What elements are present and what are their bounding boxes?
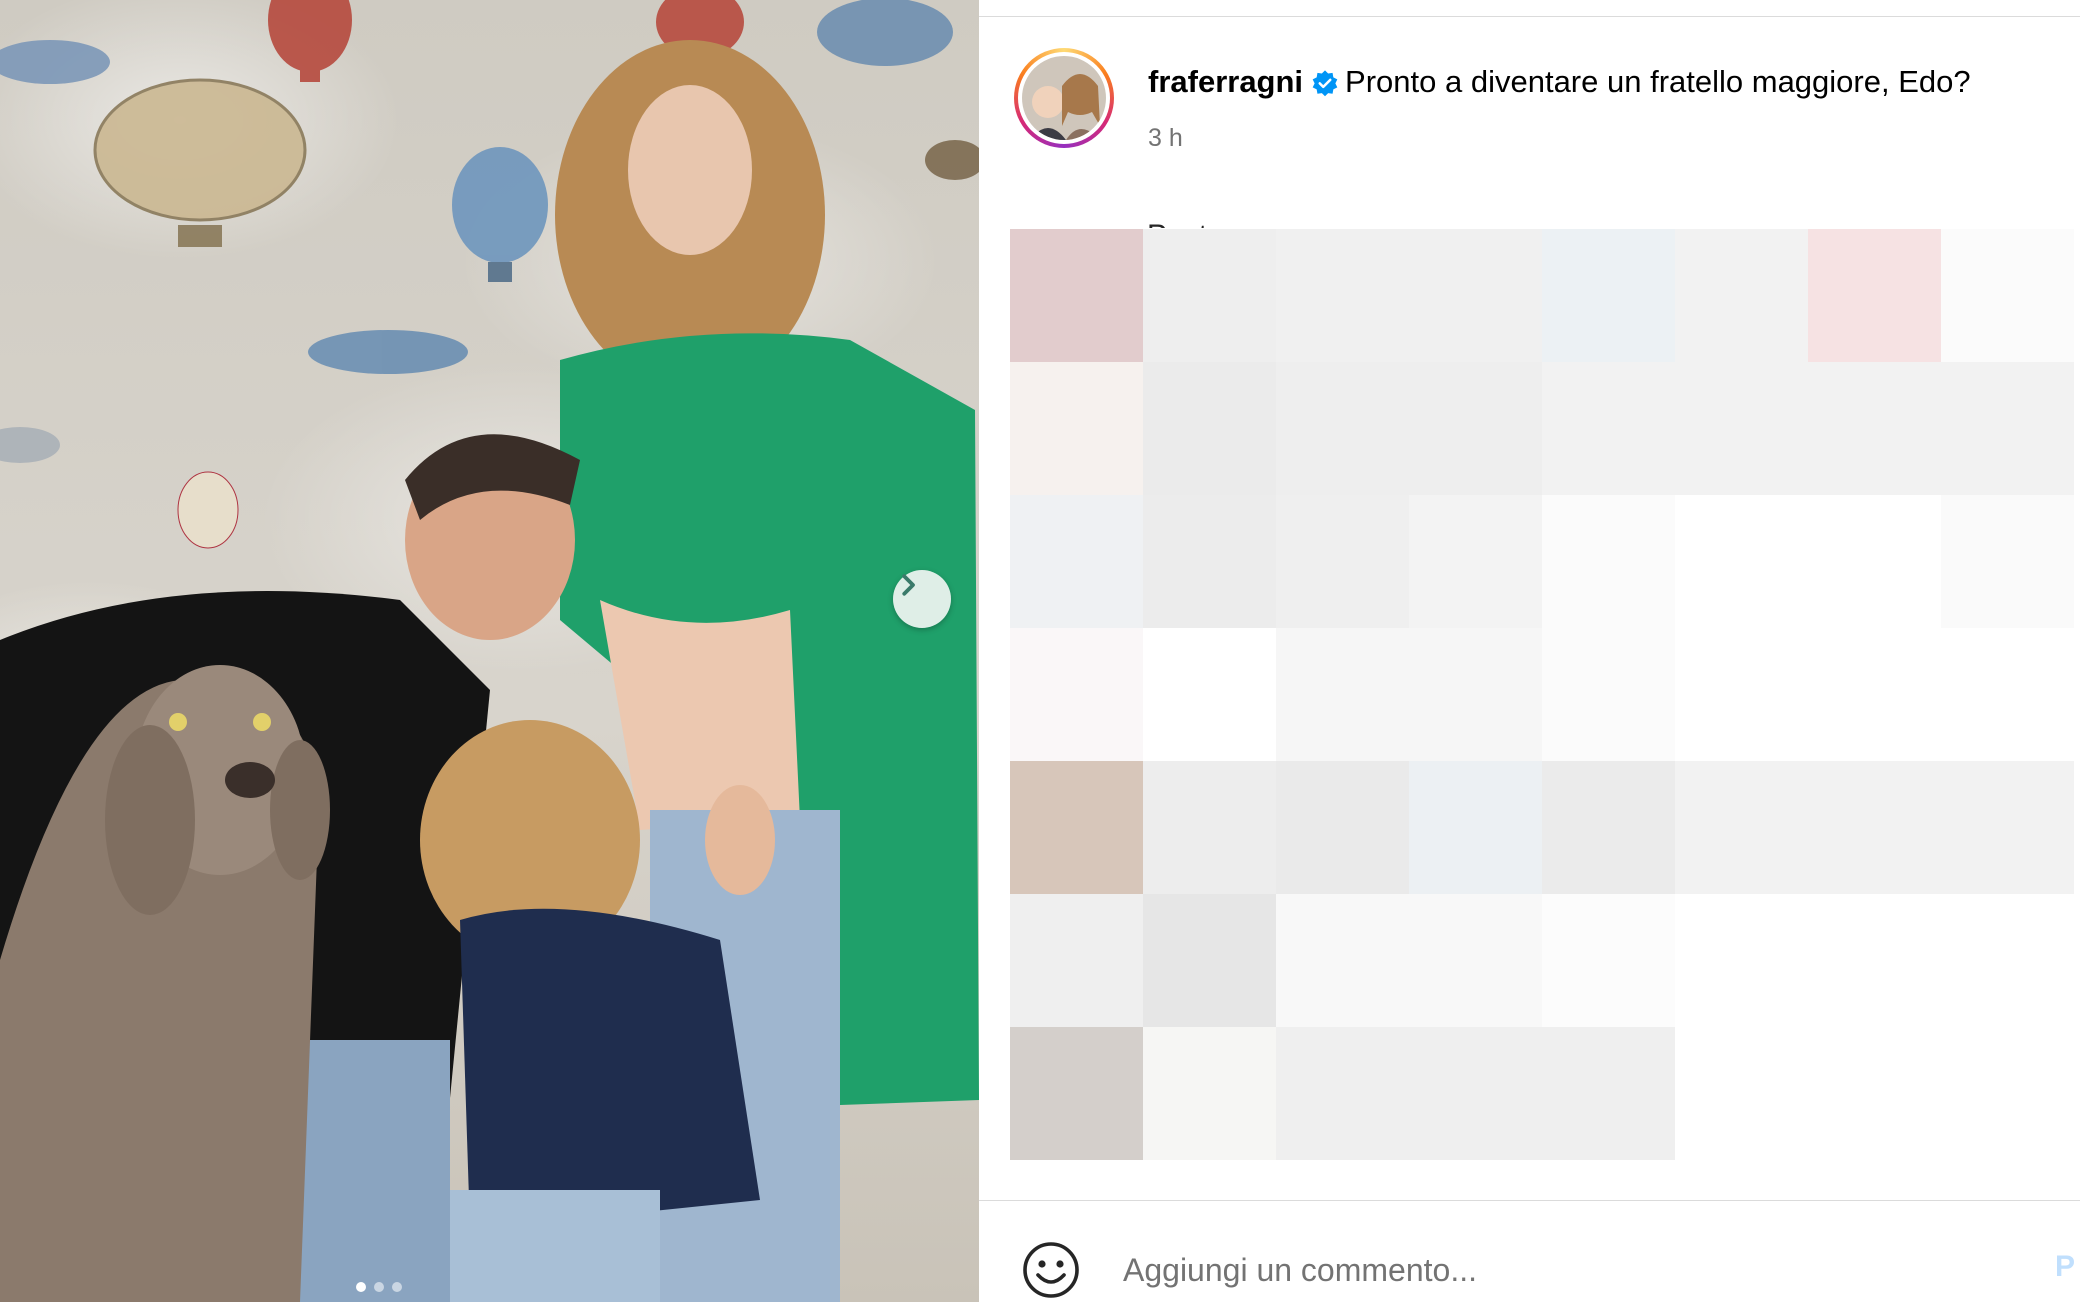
photo-illustration: [0, 0, 979, 1302]
mosaic-tile: [1941, 362, 2074, 495]
post-photo[interactable]: [0, 0, 979, 1302]
mosaic-tile: [1409, 628, 1542, 761]
mosaic-tile: [1675, 894, 1808, 1027]
mosaic-tile: [1276, 229, 1409, 362]
chevron-right-icon: [902, 574, 915, 596]
mosaic-tile: [1143, 1027, 1276, 1160]
mosaic-tile: [1808, 628, 1941, 761]
avatar-border: [1018, 52, 1110, 144]
top-divider: [979, 16, 2080, 17]
mosaic-tile: [1143, 229, 1276, 362]
mosaic-tile: [1675, 761, 1808, 894]
avatar-image: [1022, 56, 1106, 140]
mosaic-tile: [1542, 362, 1675, 495]
mosaic-tile: [1941, 229, 2074, 362]
pixelated-content: [1010, 229, 2080, 1164]
mosaic-tile: [1808, 229, 1941, 362]
mosaic-tile: [1808, 894, 1941, 1027]
mosaic-tile: [1542, 229, 1675, 362]
clipped-text: Post: [1147, 212, 1207, 228]
mosaic-tile: [1409, 495, 1542, 628]
mosaic-tile: [1143, 495, 1276, 628]
mosaic-tile: [1675, 229, 1808, 362]
carousel-dot-2: [374, 1282, 384, 1292]
username-link[interactable]: fraferragni: [1148, 64, 1303, 99]
mosaic-tile: [1542, 761, 1675, 894]
mosaic-tile: [1276, 761, 1409, 894]
mosaic-tile: [1276, 1027, 1409, 1160]
mosaic-tile: [1010, 628, 1143, 761]
mosaic-tile: [1276, 362, 1409, 495]
mosaic-tile: [1409, 1027, 1542, 1160]
mosaic-tile: [1808, 495, 1941, 628]
mosaic-tile: [1276, 495, 1409, 628]
mosaic-tile: [1409, 229, 1542, 362]
mosaic-tile: [1143, 894, 1276, 1027]
mosaic-tile: [1409, 761, 1542, 894]
mosaic-tile: [1542, 894, 1675, 1027]
mosaic-tile: [1941, 495, 2074, 628]
mosaic-tile: [1941, 894, 2074, 1027]
publish-button[interactable]: P: [2055, 1250, 2075, 1284]
mosaic-tile: [1675, 495, 1808, 628]
caption: fraferragni Pronto a diventare un fratell…: [1148, 62, 1971, 107]
post-side-panel: fraferragni Pronto a diventare un fratell…: [979, 0, 2080, 1302]
mosaic-tile: [1675, 362, 1808, 495]
mosaic-tile: [1542, 495, 1675, 628]
mosaic-tile: [1010, 362, 1143, 495]
mosaic-tile: [1941, 628, 2074, 761]
bottom-divider: [979, 1200, 2080, 1201]
carousel-indicator: [356, 1282, 402, 1292]
mosaic-tile: [1675, 628, 1808, 761]
mosaic-tile: [1010, 229, 1143, 362]
next-photo-button[interactable]: [893, 570, 951, 628]
mosaic-tile: [1941, 761, 2074, 894]
mosaic-tile: [1409, 894, 1542, 1027]
mosaic-tile: [1010, 495, 1143, 628]
smiley-face-icon: [1023, 1242, 1079, 1298]
avatar[interactable]: [1014, 48, 1114, 148]
mosaic-tile: [1808, 362, 1941, 495]
comment-input[interactable]: [1123, 1244, 2003, 1296]
mosaic-tile: [1542, 628, 1675, 761]
mosaic-tile: [1143, 761, 1276, 894]
caption-text: Pronto a diventare un fratello maggiore,…: [1345, 64, 1971, 99]
mosaic-tile: [1143, 362, 1276, 495]
mosaic-tile: [1010, 1027, 1143, 1160]
mosaic-tile: [1542, 1027, 1675, 1160]
carousel-dot-1: [356, 1282, 366, 1292]
carousel-dot-3: [392, 1282, 402, 1292]
emoji-button[interactable]: [1021, 1240, 1081, 1300]
post-timestamp[interactable]: 3 h: [1148, 124, 1183, 153]
verified-badge-icon: [1311, 67, 1339, 107]
mosaic-tile: [1276, 894, 1409, 1027]
mosaic-tile: [1010, 761, 1143, 894]
avatar-picture: [1022, 56, 1106, 140]
mosaic-tile: [1808, 761, 1941, 894]
mosaic-tile: [1010, 894, 1143, 1027]
mosaic-tile: [1409, 362, 1542, 495]
mosaic-tile: [1143, 628, 1276, 761]
mosaic-tile: [1276, 628, 1409, 761]
